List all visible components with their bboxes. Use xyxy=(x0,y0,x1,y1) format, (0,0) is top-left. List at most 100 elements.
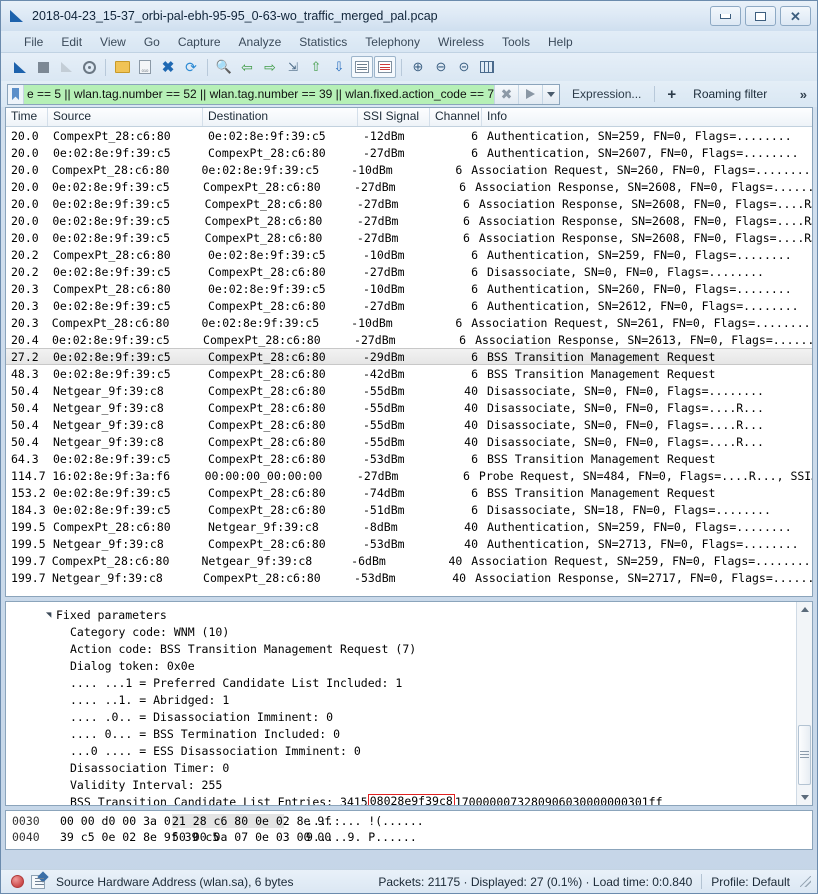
detail-tree-item[interactable]: .... 0... = BSS Termination Included: 0 xyxy=(6,725,796,742)
detail-tree-item[interactable]: Dialog token: 0x0e xyxy=(6,657,796,674)
detail-scrollbar[interactable] xyxy=(796,602,812,805)
menu-capture[interactable]: Capture xyxy=(169,33,230,51)
status-profile-text[interactable]: Profile: Default xyxy=(711,875,790,889)
menu-tools[interactable]: Tools xyxy=(493,33,539,51)
column-header-source[interactable]: Source xyxy=(48,108,203,126)
menu-telephony[interactable]: Telephony xyxy=(356,33,429,51)
bookmark-icon[interactable] xyxy=(8,84,24,104)
zoom-in-icon[interactable]: ⊕ xyxy=(407,56,429,78)
menu-help[interactable]: Help xyxy=(539,33,582,51)
table-row[interactable]: 50.4 Netgear_9f:39:c8 CompexPt_28:c6:80 -55… xyxy=(6,433,812,450)
minimize-button[interactable] xyxy=(710,6,741,26)
table-row[interactable]: 20.0 0e:02:8e:9f:39:c5 CompexPt_28:c6:80 -2… xyxy=(6,229,812,246)
stop-capture-icon[interactable] xyxy=(32,56,54,78)
column-header-channel[interactable]: Channel xyxy=(430,108,482,126)
table-row[interactable]: 48.3 0e:02:8e:9f:39:c5 CompexPt_28:c6:80 -4… xyxy=(6,365,812,382)
apply-filter-icon[interactable] xyxy=(518,84,543,104)
table-row[interactable]: 50.4 Netgear_9f:39:c8 CompexPt_28:c6:80 -55… xyxy=(6,399,812,416)
capture-status-icon[interactable] xyxy=(11,875,24,888)
column-header-destination[interactable]: Destination xyxy=(203,108,358,126)
start-capture-icon[interactable] xyxy=(9,56,31,78)
colorize-icon[interactable] xyxy=(374,56,396,78)
table-row[interactable]: 199.7 Netgear_9f:39:c8 CompexPt_28:c6:80 -5… xyxy=(6,569,812,586)
detail-tree-item[interactable]: Disassociation Timer: 0 xyxy=(6,759,796,776)
resize-grip-icon[interactable] xyxy=(800,876,811,887)
table-row[interactable]: 20.0 CompexPt_28:c6:80 0e:02:8e:9f:39:c5 -1… xyxy=(6,127,812,144)
detail-tree-item[interactable]: Action code: BSS Transition Management R… xyxy=(6,640,796,657)
scroll-up-icon[interactable] xyxy=(798,603,811,616)
table-row[interactable]: 20.0 0e:02:8e:9f:39:c5 CompexPt_28:c6:80 -2… xyxy=(6,195,812,212)
tree-expander-icon[interactable]: ◢ xyxy=(44,608,54,622)
filter-overflow-icon[interactable]: » xyxy=(800,87,807,102)
column-header-ssi-signal[interactable]: SSI Signal xyxy=(358,108,430,126)
table-row[interactable]: 50.4 Netgear_9f:39:c8 CompexPt_28:c6:80 -55… xyxy=(6,416,812,433)
go-last-packet-icon[interactable]: ⇩ xyxy=(328,56,350,78)
scrollbar-thumb[interactable] xyxy=(798,724,811,785)
table-row[interactable]: 20.0 0e:02:8e:9f:39:c5 CompexPt_28:c6:80 -2… xyxy=(6,178,812,195)
detail-tree-item[interactable]: ...0 .... = ESS Disassociation Imminent:… xyxy=(6,742,796,759)
menu-go[interactable]: Go xyxy=(135,33,169,51)
go-back-icon[interactable]: ⇦ xyxy=(236,56,258,78)
save-file-icon[interactable]: 010 xyxy=(134,56,156,78)
close-button[interactable]: ✕ xyxy=(780,6,811,26)
table-row[interactable]: 184.3 0e:02:8e:9f:39:c5 CompexPt_28:c6:80 -… xyxy=(6,501,812,518)
saved-filter-roaming[interactable]: Roaming filter xyxy=(693,87,767,101)
table-row[interactable]: 153.2 0e:02:8e:9f:39:c5 CompexPt_28:c6:80 -… xyxy=(6,484,812,501)
table-row[interactable]: 199.5 Netgear_9f:39:c8 CompexPt_28:c6:80 -5… xyxy=(6,535,812,552)
menu-statistics[interactable]: Statistics xyxy=(290,33,356,51)
find-packet-icon[interactable]: 🔍 xyxy=(213,56,235,78)
packet-detail-tree[interactable]: ◢ Fixed parameters Category code: WNM (10… xyxy=(6,602,796,805)
open-file-icon[interactable] xyxy=(111,56,133,78)
expression-button[interactable]: Expression... xyxy=(568,85,645,103)
table-row[interactable]: 20.2 CompexPt_28:c6:80 0e:02:8e:9f:39:c5 -1… xyxy=(6,246,812,263)
table-row[interactable]: 64.3 0e:02:8e:9f:39:c5 CompexPt_28:c6:80 -5… xyxy=(6,450,812,467)
hex-dump-row[interactable]: 0040 39 c5 0e 02 8e 9f 39 c5 50 00 0a 07 0… xyxy=(12,829,812,845)
maximize-button[interactable] xyxy=(745,6,776,26)
table-row[interactable]: 27.2 0e:02:8e:9f:39:c5 CompexPt_28:c6:80 -2… xyxy=(6,348,812,365)
table-row[interactable]: 20.3 0e:02:8e:9f:39:c5 CompexPt_28:c6:80 -2… xyxy=(6,297,812,314)
detail-tree-item-candidate-list[interactable]: BSS Transition Candidate List Entries: 3… xyxy=(6,793,796,805)
filter-history-dropdown-icon[interactable] xyxy=(542,84,560,104)
menu-view[interactable]: View xyxy=(91,33,135,51)
restart-capture-icon[interactable] xyxy=(55,56,77,78)
column-header-info[interactable]: Info xyxy=(482,108,812,126)
detail-tree-item[interactable]: .... ..1. = Abridged: 1 xyxy=(6,691,796,708)
capture-comment-icon[interactable] xyxy=(31,874,45,889)
table-row[interactable]: 20.4 0e:02:8e:9f:39:c5 CompexPt_28:c6:80 -2… xyxy=(6,331,812,348)
reload-file-icon[interactable]: ⟳ xyxy=(180,56,202,78)
detail-tree-item[interactable]: ◢ Fixed parameters xyxy=(6,606,796,623)
add-filter-button[interactable]: + xyxy=(664,86,679,103)
packet-list-body[interactable]: 20.0 CompexPt_28:c6:80 0e:02:8e:9f:39:c5 -1… xyxy=(6,127,812,596)
go-to-packet-icon[interactable]: ⇲ xyxy=(282,56,304,78)
table-row[interactable]: 20.0 0e:02:8e:9f:39:c5 CompexPt_28:c6:80 -2… xyxy=(6,144,812,161)
menu-analyze[interactable]: Analyze xyxy=(230,33,291,51)
table-row[interactable]: 20.0 0e:02:8e:9f:39:c5 CompexPt_28:c6:80 -2… xyxy=(6,212,812,229)
zoom-out-icon[interactable]: ⊖ xyxy=(430,56,452,78)
display-filter-input[interactable]: e == 5 || wlan.tag.number == 52 || wlan.… xyxy=(24,84,495,104)
scroll-down-icon[interactable] xyxy=(798,791,811,804)
scrollbar-track[interactable] xyxy=(797,616,812,791)
menu-wireless[interactable]: Wireless xyxy=(429,33,493,51)
menu-file[interactable]: File xyxy=(15,33,52,51)
table-row[interactable]: 50.4 Netgear_9f:39:c8 CompexPt_28:c6:80 -55… xyxy=(6,382,812,399)
table-row[interactable]: 20.3 CompexPt_28:c6:80 0e:02:8e:9f:39:c5 -1… xyxy=(6,314,812,331)
clear-filter-icon[interactable]: ✖ xyxy=(494,84,519,104)
autoscroll-icon[interactable] xyxy=(351,56,373,78)
capture-options-icon[interactable] xyxy=(78,56,100,78)
table-row[interactable]: 20.2 0e:02:8e:9f:39:c5 CompexPt_28:c6:80 -2… xyxy=(6,263,812,280)
table-row[interactable]: 20.0 CompexPt_28:c6:80 0e:02:8e:9f:39:c5 -1… xyxy=(6,161,812,178)
detail-tree-item[interactable]: Validity Interval: 255 xyxy=(6,776,796,793)
detail-tree-item[interactable]: .... .0.. = Disassociation Imminent: 0 xyxy=(6,708,796,725)
close-file-icon[interactable]: ✖ xyxy=(157,56,179,78)
table-row[interactable]: 199.5 CompexPt_28:c6:80 Netgear_9f:39:c8 -8… xyxy=(6,518,812,535)
detail-tree-item[interactable]: Category code: WNM (10) xyxy=(6,623,796,640)
go-forward-icon[interactable]: ⇨ xyxy=(259,56,281,78)
resize-columns-icon[interactable] xyxy=(476,56,498,78)
go-first-packet-icon[interactable]: ⇧ xyxy=(305,56,327,78)
hex-dump-row[interactable]: 0030 00 00 d0 00 3a 01 04 f0 21 28 c6 80 0… xyxy=(12,813,812,829)
table-row[interactable]: 20.3 CompexPt_28:c6:80 0e:02:8e:9f:39:c5 -1… xyxy=(6,280,812,297)
table-row[interactable]: 199.7 CompexPt_28:c6:80 Netgear_9f:39:c8 -6… xyxy=(6,552,812,569)
zoom-reset-icon[interactable]: ⊝ xyxy=(453,56,475,78)
column-header-time[interactable]: Time xyxy=(6,108,48,126)
table-row[interactable]: 114.7 16:02:8e:9f:3a:f6 00:00:00_00:00:00 -… xyxy=(6,467,812,484)
